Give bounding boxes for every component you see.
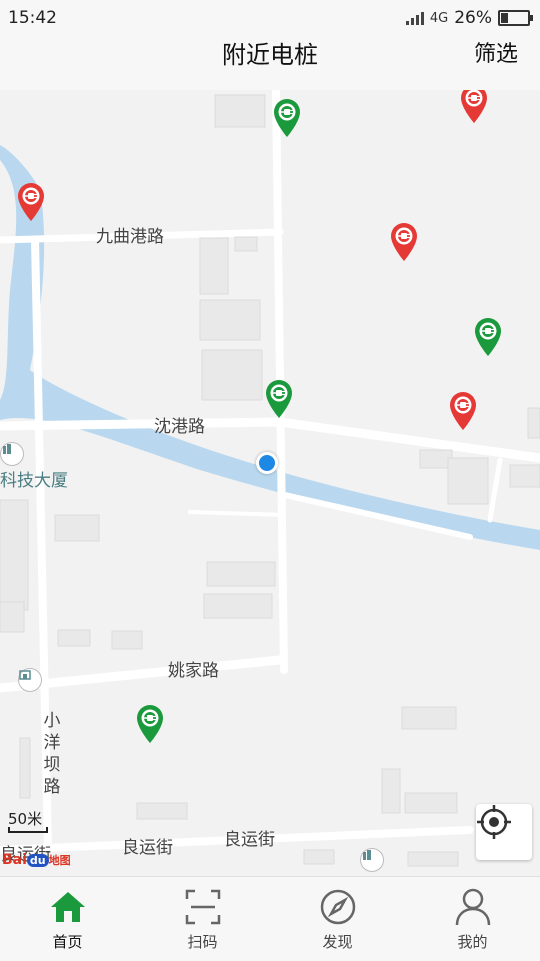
locate-button[interactable] bbox=[476, 804, 532, 860]
crosshair-icon bbox=[477, 805, 511, 839]
signal-icon bbox=[405, 11, 424, 25]
building bbox=[57, 629, 91, 647]
battery-icon bbox=[498, 10, 533, 26]
logo-bai: Bai bbox=[2, 852, 27, 868]
building bbox=[509, 464, 540, 488]
building bbox=[54, 514, 100, 542]
road-label-liangyun-2: 良运街 bbox=[224, 830, 275, 850]
status-right: 4G 26% bbox=[405, 8, 533, 28]
building bbox=[214, 94, 266, 128]
battery-fill bbox=[501, 13, 509, 23]
building bbox=[0, 499, 29, 611]
poi-building-icon[interactable] bbox=[0, 442, 24, 466]
building bbox=[381, 768, 401, 814]
logo-ditu: 地图 bbox=[48, 854, 71, 867]
road-label-liangyun-1: 良运街 bbox=[122, 838, 173, 858]
road-label-yaojia: 姚家路 bbox=[168, 661, 219, 681]
tab-bar: 首页 扫码 发现 我的 bbox=[0, 876, 540, 961]
home-icon bbox=[48, 887, 88, 927]
charging-pin-green[interactable] bbox=[264, 379, 294, 419]
poi-label-keji[interactable]: 科技大厦 bbox=[0, 466, 68, 491]
poi-gate-icon[interactable] bbox=[18, 668, 42, 692]
scan-icon bbox=[183, 887, 223, 927]
road-east bbox=[487, 457, 503, 523]
tab-scan[interactable]: 扫码 bbox=[135, 877, 270, 961]
building bbox=[111, 630, 143, 650]
user-icon bbox=[453, 887, 493, 927]
building bbox=[199, 299, 261, 341]
map-view[interactable]: 九曲港路 沈港路 姚家路 良运街 良运街 良运街 小洋坝路 科技大厦 50米 B… bbox=[0, 90, 540, 876]
road-label-shengang: 沈港路 bbox=[154, 417, 205, 437]
battery-percent: 26% bbox=[454, 8, 492, 28]
map-scale: 50米 bbox=[8, 808, 48, 833]
tab-profile[interactable]: 我的 bbox=[405, 877, 540, 961]
tab-label-home: 首页 bbox=[52, 933, 83, 951]
building bbox=[419, 449, 453, 469]
logo-du: du bbox=[26, 854, 49, 867]
building bbox=[404, 792, 458, 814]
network-type: 4G bbox=[429, 10, 449, 26]
status-bar: 15:42 4G 26% bbox=[0, 0, 540, 36]
charging-pin-red[interactable] bbox=[459, 90, 489, 124]
building bbox=[19, 737, 31, 799]
building bbox=[447, 457, 489, 505]
page-title: 附近电桩 bbox=[222, 41, 318, 69]
charging-pin-green[interactable] bbox=[272, 98, 302, 138]
app-header: 附近电桩 筛选 bbox=[0, 36, 540, 90]
current-location-dot bbox=[256, 452, 278, 474]
charging-pin-red[interactable] bbox=[448, 391, 478, 431]
building bbox=[203, 593, 273, 619]
status-time: 15:42 bbox=[8, 8, 57, 28]
building bbox=[407, 851, 459, 867]
charging-pin-green[interactable] bbox=[135, 704, 165, 744]
charging-pin-green[interactable] bbox=[473, 317, 503, 357]
poi-building-icon-2[interactable] bbox=[360, 848, 384, 872]
building bbox=[303, 849, 335, 865]
building bbox=[136, 802, 188, 820]
charging-pin-red[interactable] bbox=[389, 222, 419, 262]
building bbox=[401, 706, 457, 730]
tab-home[interactable]: 首页 bbox=[0, 877, 135, 961]
building bbox=[201, 349, 263, 401]
building bbox=[527, 407, 540, 439]
road-label-jiuqu: 九曲港路 bbox=[96, 227, 164, 247]
charging-pin-red[interactable] bbox=[16, 182, 46, 222]
building bbox=[0, 601, 25, 633]
road-label-xiaoyangba: 小洋坝路 bbox=[43, 711, 61, 797]
building bbox=[206, 561, 276, 587]
map-canvas bbox=[0, 90, 540, 867]
filter-button[interactable]: 筛选 bbox=[474, 38, 518, 72]
tab-label-profile: 我的 bbox=[457, 933, 488, 951]
building bbox=[234, 236, 258, 252]
compass-icon bbox=[318, 887, 358, 927]
tab-label-discover: 发现 bbox=[322, 933, 353, 951]
baidu-logo: Bai du 地图 bbox=[2, 852, 71, 868]
scale-label: 50米 bbox=[8, 810, 43, 828]
building bbox=[199, 237, 229, 295]
tab-label-scan: 扫码 bbox=[187, 933, 218, 951]
tab-discover[interactable]: 发现 bbox=[270, 877, 405, 961]
road-small bbox=[188, 510, 286, 517]
